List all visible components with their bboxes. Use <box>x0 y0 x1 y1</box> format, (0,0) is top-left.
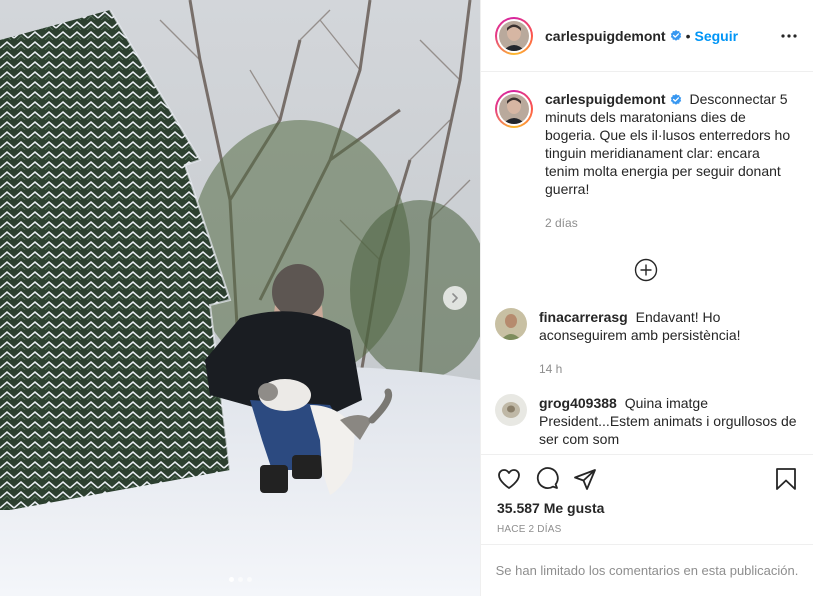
carousel-dot <box>237 577 243 582</box>
comment-icon <box>536 467 559 489</box>
more-icon <box>781 33 797 38</box>
author-username[interactable]: carlespuigdemont <box>545 28 666 44</box>
instagram-post: carlespuigdemont • Seguir carlespuigdemo… <box>0 0 813 596</box>
commenter-avatar[interactable] <box>495 394 527 426</box>
comments-list[interactable]: carlespuigdemont Desconnectar 5 minuts d… <box>481 72 813 454</box>
caption: carlespuigdemont Desconnectar 5 minuts d… <box>495 86 797 232</box>
comment-username[interactable]: grog409388 <box>539 395 617 411</box>
comment-username[interactable]: finacarrerasg <box>539 309 628 325</box>
load-more-comments-button[interactable] <box>495 258 797 282</box>
comment-body: finacarrerasg Endavant! Ho aconseguirem … <box>539 308 797 378</box>
comment: finacarrerasg Endavant! Ho aconseguirem … <box>495 308 797 378</box>
action-bar <box>497 465 797 493</box>
snow-scene-image <box>0 0 480 596</box>
follow-button[interactable]: Seguir <box>695 28 739 44</box>
verified-icon <box>670 94 682 106</box>
add-comments-icon <box>634 258 658 282</box>
header-separator: • <box>685 27 691 44</box>
caption-username[interactable]: carlespuigdemont <box>545 91 682 107</box>
share-icon <box>574 469 596 490</box>
caption-time[interactable]: 2 días <box>545 214 797 232</box>
comments-limited-notice: Se han limitado los comentarios en esta … <box>481 544 813 596</box>
verified-icon <box>670 29 682 42</box>
more-options-button[interactable] <box>781 33 797 38</box>
save-button[interactable] <box>775 467 797 491</box>
author-avatar[interactable] <box>495 16 533 55</box>
comment-body: grog409388 Quina imatge President...Este… <box>539 394 797 448</box>
bookmark-icon <box>776 468 796 490</box>
post-details-panel: carlespuigdemont • Seguir carlespuigdemo… <box>480 0 813 596</box>
comment-button[interactable] <box>535 467 559 491</box>
author-avatar-image <box>499 20 529 51</box>
carousel-dot <box>228 577 234 582</box>
heart-icon <box>498 469 520 489</box>
commenter-avatar[interactable] <box>495 308 527 340</box>
engagement-section: 35.587 Me gusta HACE 2 DÍAS <box>481 454 813 544</box>
post-header: carlespuigdemont • Seguir <box>481 0 813 72</box>
caption-username-text[interactable]: carlespuigdemont <box>545 91 666 107</box>
likes-count[interactable]: 35.587 Me gusta <box>497 500 797 516</box>
caption-avatar[interactable] <box>495 90 533 128</box>
comment-time[interactable]: 14 h <box>539 360 797 378</box>
next-arrow-icon <box>452 293 458 303</box>
comment: grog409388 Quina imatge President...Este… <box>495 394 797 448</box>
post-photo[interactable] <box>0 0 480 596</box>
share-button[interactable] <box>573 467 597 491</box>
caption-body: carlespuigdemont Desconnectar 5 minuts d… <box>545 90 797 232</box>
caption-avatar-image <box>499 94 529 124</box>
next-photo-button[interactable] <box>443 286 467 310</box>
like-button[interactable] <box>497 467 521 491</box>
post-date[interactable]: HACE 2 DÍAS <box>497 524 797 535</box>
carousel-indicator <box>0 577 480 582</box>
carousel-dot <box>246 577 252 582</box>
